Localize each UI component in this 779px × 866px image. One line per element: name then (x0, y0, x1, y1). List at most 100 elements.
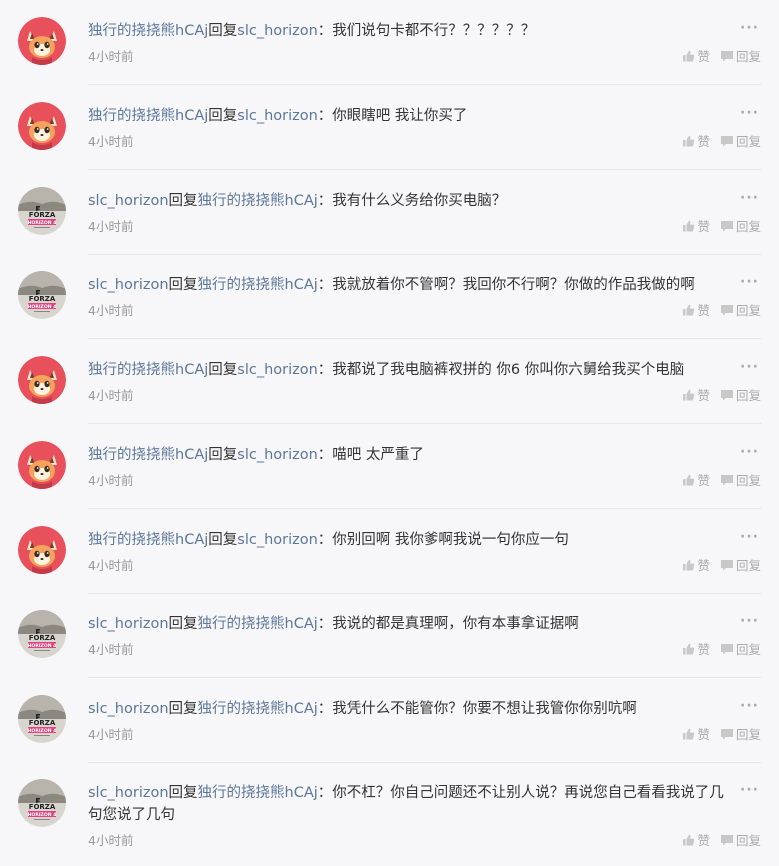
like-button[interactable]: 赞 (682, 724, 710, 743)
timestamp: 4小时前 (88, 473, 134, 488)
timestamp: 4小时前 (88, 219, 134, 234)
comment-item: 独行的挠挠熊hCAj回复slc_horizon：你别回啊 我你爹啊我说一句你应一… (0, 509, 779, 594)
ellipsis-icon[interactable]: ··· (740, 105, 759, 121)
like-button[interactable]: 赞 (682, 470, 710, 489)
comment-author[interactable]: slc_horizon (88, 785, 169, 801)
colon: ： (317, 447, 333, 463)
comment-author[interactable]: 独行的挠挠熊hCAj (88, 532, 208, 548)
timestamp: 4小时前 (88, 727, 134, 742)
reply-target[interactable]: slc_horizon (237, 447, 318, 463)
chat-bubble-icon (720, 220, 734, 232)
like-button[interactable]: 赞 (682, 830, 710, 849)
reply-button[interactable]: 回复 (720, 724, 761, 743)
svg-text:FORZA: FORZA (29, 634, 56, 642)
like-button[interactable]: 赞 (682, 131, 710, 150)
reply-button[interactable]: 回复 (720, 639, 761, 658)
like-button[interactable]: 赞 (682, 300, 710, 319)
like-label: 赞 (697, 833, 710, 848)
reply-button[interactable]: 回复 (720, 470, 761, 489)
like-button[interactable]: 赞 (682, 216, 710, 235)
reply-label: 回复 (735, 303, 761, 318)
thumbs-up-icon (682, 834, 695, 846)
svg-text:FORZA: FORZA (29, 719, 56, 727)
comment-text: slc_horizon回复独行的挠挠熊hCAj：我就放着你不管啊？我回你不行啊？… (88, 274, 738, 296)
reply-button[interactable]: 回复 (720, 131, 761, 150)
chat-bubble-icon (720, 389, 734, 401)
reply-target[interactable]: 独行的挠挠熊hCAj (198, 193, 318, 209)
avatar[interactable]: FORZA HORIZON 4 (18, 187, 66, 235)
like-label: 赞 (697, 219, 710, 234)
like-button[interactable]: 赞 (682, 385, 710, 404)
reply-button[interactable]: 回复 (720, 216, 761, 235)
reply-button[interactable]: 回复 (720, 300, 761, 319)
ellipsis-icon[interactable]: ··· (740, 359, 759, 375)
ellipsis-icon[interactable]: ··· (740, 444, 759, 460)
reply-button[interactable]: 回复 (720, 46, 761, 65)
like-button[interactable]: 赞 (682, 46, 710, 65)
comment-author[interactable]: slc_horizon (88, 616, 169, 632)
avatar[interactable] (18, 17, 66, 65)
thumbs-up-icon (682, 728, 695, 740)
comment-body: 喵吧 太严重了 (332, 447, 424, 463)
ellipsis-icon[interactable]: ··· (740, 529, 759, 545)
reply-label: 回复 (735, 727, 761, 742)
comment-text: 独行的挠挠熊hCAj回复slc_horizon：你眼瞎吧 我让你买了 (88, 105, 738, 127)
comment-author[interactable]: 独行的挠挠熊hCAj (88, 362, 208, 378)
colon: ： (317, 701, 333, 717)
reply-word: 回复 (208, 108, 238, 124)
like-button[interactable]: 赞 (682, 555, 710, 574)
comment-item: 独行的挠挠熊hCAj回复slc_horizon：你眼瞎吧 我让你买了 4小时前 ··… (0, 85, 779, 170)
thumbs-up-icon (682, 559, 695, 571)
reply-target[interactable]: slc_horizon (237, 532, 318, 548)
reply-button[interactable]: 回复 (720, 385, 761, 404)
timestamp: 4小时前 (88, 558, 134, 573)
avatar[interactable]: FORZA HORIZON 4 (18, 779, 66, 827)
ellipsis-icon[interactable]: ··· (740, 190, 759, 206)
ellipsis-icon[interactable]: ··· (740, 698, 759, 714)
reply-target[interactable]: slc_horizon (237, 108, 318, 124)
avatar[interactable] (18, 102, 66, 150)
reply-target[interactable]: 独行的挠挠熊hCAj (198, 616, 318, 632)
like-button[interactable]: 赞 (682, 639, 710, 658)
comment-item: 独行的挠挠熊hCAj回复slc_horizon：喵吧 太严重了 4小时前 ··· 赞回… (0, 424, 779, 509)
reply-button[interactable]: 回复 (720, 555, 761, 574)
timestamp: 4小时前 (88, 134, 134, 149)
comment-author[interactable]: slc_horizon (88, 277, 169, 293)
avatar[interactable]: FORZA HORIZON 4 (18, 271, 66, 319)
ellipsis-icon[interactable]: ··· (740, 274, 759, 290)
avatar[interactable] (18, 526, 66, 574)
comment-author[interactable]: 独行的挠挠熊hCAj (88, 23, 208, 39)
reply-label: 回复 (735, 388, 761, 403)
chat-bubble-icon (720, 304, 734, 316)
reply-word: 回复 (168, 277, 198, 293)
comment-item: FORZA HORIZON 4 slc_horizon 回复 独行的挠挠熊hCAj：… (0, 678, 779, 763)
reply-target[interactable]: 独行的挠挠熊hCAj (198, 277, 318, 293)
thumbs-up-icon (682, 220, 695, 232)
avatar[interactable]: FORZA HORIZON 4 (18, 610, 66, 658)
comment-body: 我都说了我电脑裤衩拼的 你6 你叫你六舅给我买个电脑 (332, 362, 685, 378)
comment-item: FORZA HORIZON 4 slc_horizon 回复 独行的挠挠熊hCAj：… (0, 170, 779, 255)
comment-actions: 赞 回复 (682, 555, 761, 574)
reply-target[interactable]: slc_horizon (237, 23, 318, 39)
avatar[interactable]: FORZA HORIZON 4 (18, 695, 66, 743)
reply-target[interactable]: 独行的挠挠熊hCAj (198, 701, 318, 717)
ellipsis-icon[interactable]: ··· (740, 20, 759, 36)
avatar[interactable] (18, 356, 66, 404)
like-label: 赞 (697, 558, 710, 573)
comment-body: 我们说句卡都不行？？？？？？ (332, 23, 536, 39)
ellipsis-icon[interactable]: ··· (740, 782, 759, 798)
reply-target[interactable]: slc_horizon (237, 362, 318, 378)
ellipsis-icon[interactable]: ··· (740, 613, 759, 629)
svg-text:HORIZON 4: HORIZON 4 (28, 728, 57, 734)
comment-author[interactable]: slc_horizon (88, 701, 169, 717)
reply-target[interactable]: 独行的挠挠熊hCAj (198, 785, 318, 801)
thumbs-up-icon (682, 304, 695, 316)
reply-button[interactable]: 回复 (720, 830, 761, 849)
like-label: 赞 (697, 388, 710, 403)
avatar[interactable] (18, 441, 66, 489)
comment-author[interactable]: 独行的挠挠熊hCAj (88, 447, 208, 463)
comment-text: 独行的挠挠熊hCAj回复slc_horizon：我都说了我电脑裤衩拼的 你6 你… (88, 359, 738, 381)
comment-author[interactable]: 独行的挠挠熊hCAj (88, 108, 208, 124)
colon: ： (317, 193, 333, 209)
comment-author[interactable]: slc_horizon (88, 193, 169, 209)
